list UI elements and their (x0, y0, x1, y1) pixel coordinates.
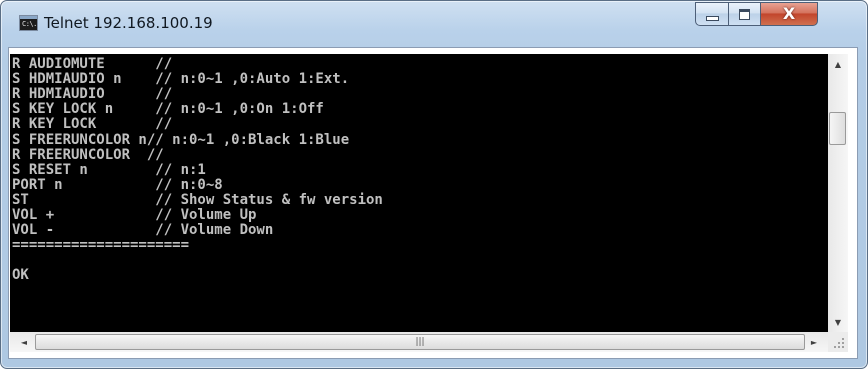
scroll-up-icon[interactable]: ▲ (828, 54, 848, 74)
console-line: S KEY LOCK n // n:0~1 ,0:On 1:Off (12, 101, 324, 118)
console-line: R AUDIOMUTE // (12, 56, 173, 72)
scroll-down-icon[interactable]: ▼ (828, 312, 848, 332)
title-bar[interactable]: C:\. Telnet 192.168.100.19 X (1, 1, 867, 47)
console-icon-text: C:\. (22, 20, 37, 28)
resize-grip-icon[interactable] (828, 332, 848, 352)
console-line: R FREERUNCOLOR // (12, 146, 164, 163)
console-line: VOL - // Volume Down (12, 222, 274, 239)
scroll-right-icon[interactable]: ► (804, 332, 824, 352)
console-line: S FREERUNCOLOR n// n:0~1 ,0:Black 1:Blue (12, 131, 350, 148)
console-output[interactable]: R AUDIOMUTE //S HDMIAUDIO n // n:0~1 ,0:… (10, 54, 828, 332)
console-line: R HDMIAUDIO // (12, 86, 173, 103)
scroll-left-icon[interactable]: ◄ (14, 332, 34, 352)
horizontal-scrollbar[interactable]: ◄ ||| ► (10, 332, 828, 352)
console-line: S HDMIAUDIO n // n:0~1 ,0:Auto 1:Ext. (12, 71, 350, 88)
close-button[interactable]: X (760, 2, 818, 26)
window-title: Telnet 192.168.100.19 (44, 14, 213, 32)
console-line: S RESET n // n:1 (12, 161, 206, 178)
console-line: OK (12, 267, 29, 284)
console-line: PORT n // n:0~8 (12, 176, 223, 193)
vertical-scrollbar[interactable]: ▲ ▼ (828, 54, 848, 332)
grip-icon: ||| (415, 336, 425, 347)
maximize-button[interactable] (728, 2, 761, 26)
console-line: VOL + // Volume Up (12, 207, 257, 223)
horizontal-scroll-thumb[interactable]: ||| (35, 334, 805, 350)
console-line: ===================== (12, 237, 190, 254)
console-line: R KEY LOCK // (12, 116, 173, 133)
close-icon: X (782, 4, 796, 23)
console-line: ST // Show Status & fw version (12, 191, 383, 208)
minimize-icon (705, 15, 719, 21)
vertical-scroll-thumb[interactable] (829, 112, 846, 145)
console-icon[interactable]: C:\. (19, 15, 38, 31)
telnet-window: C:\. Telnet 192.168.100.19 X R AUDIOMUTE… (0, 0, 868, 369)
maximize-icon (739, 8, 750, 20)
minimize-button[interactable] (695, 2, 729, 26)
